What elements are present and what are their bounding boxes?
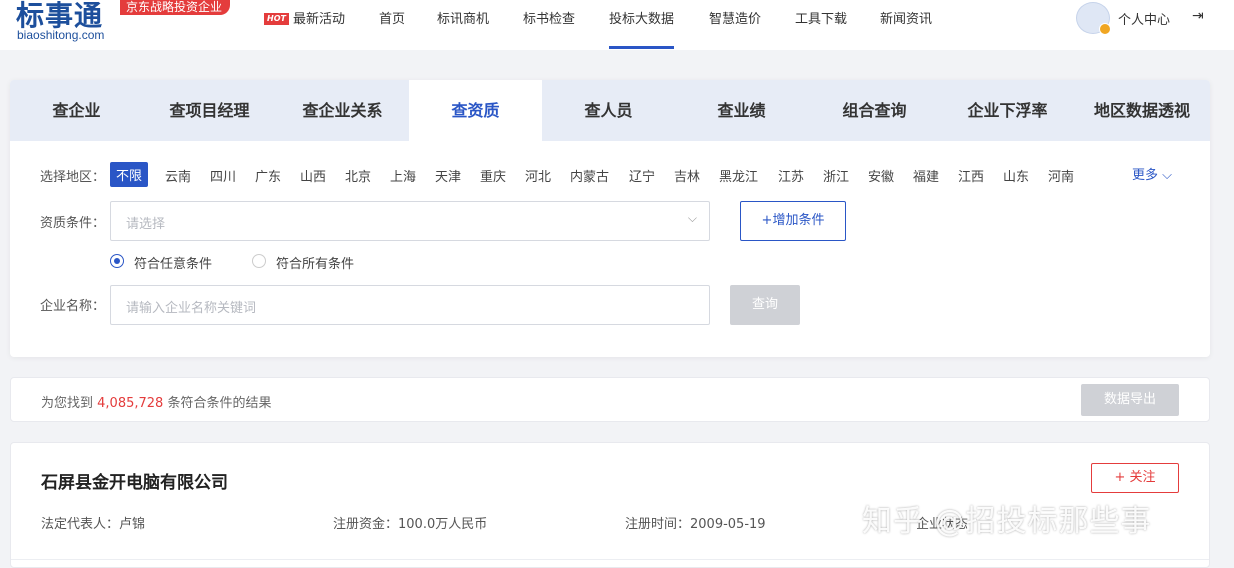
tab-discount-rate[interactable]: 企业下浮率 xyxy=(941,80,1074,141)
region-option[interactable]: 四川 xyxy=(210,166,236,185)
radio-dot-icon xyxy=(110,254,124,268)
nav-item-bigdata[interactable]: 投标大数据 xyxy=(609,8,675,49)
nav-label: 最新活动 xyxy=(292,12,345,27)
registered-capital: 注册资金：100.0万人民币 xyxy=(333,517,488,532)
logo-tag: 京东战略投资企业 xyxy=(120,0,231,15)
tab-qualification[interactable]: 查资质 xyxy=(409,80,542,141)
match-any-label: 符合任意条件 xyxy=(134,257,213,272)
radio-dot-icon xyxy=(252,254,266,268)
tab-project-manager[interactable]: 查项目经理 xyxy=(143,80,276,141)
qualification-placeholder: 请选择 xyxy=(126,217,166,232)
region-label: 选择地区： xyxy=(40,170,106,185)
region-option[interactable]: 山东 xyxy=(1003,166,1029,185)
region-option[interactable]: 重庆 xyxy=(480,166,506,185)
nav-item-events[interactable]: HOT 最新活动 xyxy=(264,8,345,27)
top-header: 标事通 biaoshitong.com 京东战略投资企业 HOT 最新活动 首页 … xyxy=(0,0,1234,50)
more-regions-button[interactable]: 更多 ⌵ xyxy=(1132,164,1172,183)
search-tabs: 查企业 查项目经理 查企业关系 查资质 查人员 查业绩 组合查询 企业下浮率 地… xyxy=(10,80,1210,141)
result-summary: 为您找到 4,085,728 条符合条件的结果 数据导出 xyxy=(10,377,1210,422)
company-name[interactable]: 石屏县金开电脑有限公司 xyxy=(41,468,228,493)
result-prefix: 为您找到 xyxy=(41,396,98,411)
region-option[interactable]: 河北 xyxy=(525,166,551,185)
tab-performance[interactable]: 查业绩 xyxy=(675,80,808,141)
search-button[interactable]: 查询 xyxy=(730,285,800,325)
vip-badge-icon xyxy=(1099,23,1111,35)
divider xyxy=(11,559,1209,560)
nav-item-pricing[interactable]: 智慧造价 xyxy=(709,8,761,27)
hot-badge: HOT xyxy=(264,13,289,25)
user-center-label: 个人中心 xyxy=(1118,13,1171,28)
follow-button[interactable]: + 关注 xyxy=(1091,463,1179,493)
region-option[interactable]: 内蒙古 xyxy=(570,166,609,185)
qualification-label: 资质条件： xyxy=(40,216,106,231)
tab-personnel[interactable]: 查人员 xyxy=(542,80,675,141)
company-name-placeholder: 请输入企业名称关键词 xyxy=(126,301,257,316)
match-all-label: 符合所有条件 xyxy=(276,257,355,272)
tab-region-data[interactable]: 地区数据透视 xyxy=(1074,80,1210,141)
region-option[interactable]: 北京 xyxy=(345,166,371,185)
region-option[interactable]: 江西 xyxy=(958,166,984,185)
site-logo[interactable]: 标事通 biaoshitong.com 京东战略投资企业 xyxy=(16,0,236,46)
nav-item-doc-check[interactable]: 标书检查 xyxy=(523,8,575,27)
region-option[interactable]: 上海 xyxy=(390,166,416,185)
search-panel: 查企业 查项目经理 查企业关系 查资质 查人员 查业绩 组合查询 企业下浮率 地… xyxy=(10,80,1210,357)
qualification-select[interactable]: 请选择 ⌵ xyxy=(110,201,710,241)
result-count: 4,085,728 xyxy=(97,396,164,411)
legal-representative: 法定代表人：卢锦 xyxy=(41,517,146,532)
logout-icon[interactable]: ⇥ xyxy=(1192,8,1204,24)
watermark: 知乎 @招投标那些事 xyxy=(862,504,1152,539)
nav-item-home[interactable]: 首页 xyxy=(379,8,405,27)
nav-item-news[interactable]: 新闻资讯 xyxy=(880,8,932,27)
tab-combined-query[interactable]: 组合查询 xyxy=(808,80,941,141)
company-name-input[interactable]: 请输入企业名称关键词 xyxy=(110,285,710,325)
tab-company-relation[interactable]: 查企业关系 xyxy=(276,80,409,141)
chevron-down-icon: ⌵ xyxy=(687,211,697,225)
region-option[interactable]: 广东 xyxy=(255,166,281,185)
region-option[interactable]: 天津 xyxy=(435,166,461,185)
region-option[interactable]: 福建 xyxy=(913,166,939,185)
region-option[interactable]: 江苏 xyxy=(778,166,804,185)
region-option[interactable]: 云南 xyxy=(165,166,191,185)
region-option[interactable]: 黑龙江 xyxy=(719,166,758,185)
region-option[interactable]: 辽宁 xyxy=(629,166,655,185)
nav-item-bids[interactable]: 标讯商机 xyxy=(437,8,489,27)
region-option[interactable]: 安徽 xyxy=(868,166,894,185)
add-condition-button[interactable]: +增加条件 xyxy=(740,201,846,241)
region-option[interactable]: 浙江 xyxy=(823,166,849,185)
region-option[interactable]: 吉林 xyxy=(674,166,700,185)
export-data-button[interactable]: 数据导出 xyxy=(1081,384,1179,416)
result-suffix: 条符合条件的结果 xyxy=(163,396,272,411)
region-option[interactable]: 河南 xyxy=(1048,166,1074,185)
nav-item-download[interactable]: 工具下载 xyxy=(795,8,847,27)
tab-company[interactable]: 查企业 xyxy=(10,80,143,141)
logo-domain: biaoshitong.com xyxy=(17,28,105,42)
company-name-label: 企业名称： xyxy=(40,299,106,314)
region-option[interactable]: 不限 xyxy=(110,162,149,187)
avatar[interactable] xyxy=(1076,2,1111,35)
registration-date: 注册时间：2009-05-19 xyxy=(625,517,766,532)
result-count-text: 为您找到 4,085,728 条符合条件的结果 xyxy=(41,392,271,411)
region-option[interactable]: 山西 xyxy=(300,166,326,185)
